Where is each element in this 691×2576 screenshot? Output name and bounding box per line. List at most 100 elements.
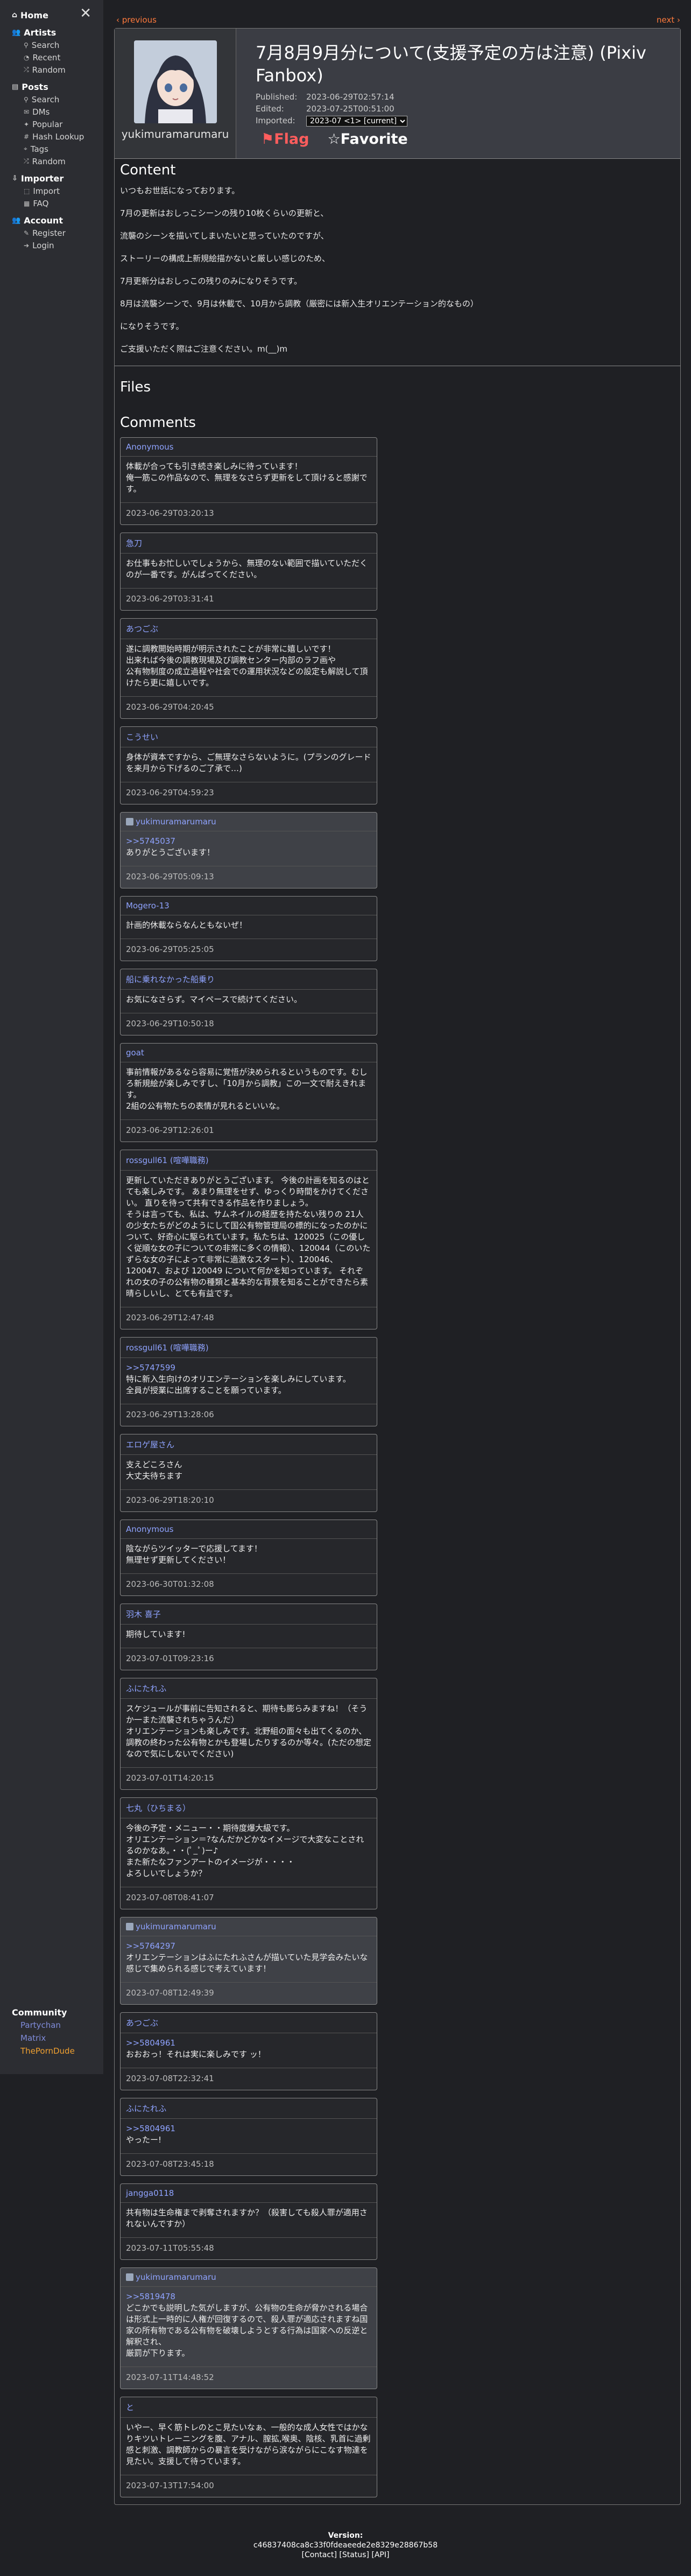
sidebar-item-posts-random[interactable]: ⤮ Random <box>0 155 103 167</box>
comment-reply-link[interactable]: >>5764297 <box>126 1941 371 1952</box>
shuffle-icon: ⤮ <box>24 66 29 73</box>
item-label: Search <box>31 40 60 50</box>
comment-author[interactable]: 羽木 喜子 <box>126 1608 161 1620</box>
comment: ふにたれふ >>5804961 やったー! 2023-07-08T23:45:18 <box>120 2098 377 2176</box>
post-content: Content いつもお世話になっております。 7月の更新はおしっこシーンの残り1… <box>115 162 680 355</box>
sidebar-item-register[interactable]: ✎ Register <box>0 227 103 239</box>
comment-author[interactable]: あつごぶ <box>126 2017 158 2028</box>
import-revision-select[interactable]: 2023-07 <1> [current] <box>306 116 407 127</box>
comment-date: 2023-07-11T05:55:48 <box>126 2243 214 2253</box>
comment-text: 陰ながらツイッターで応援してます！ 無理せず更新してください！ <box>126 1544 262 1565</box>
comment-author[interactable]: こうせい <box>126 731 158 743</box>
flag-button[interactable]: ⚑Flag <box>261 131 309 148</box>
comment: rossgull61 (喧嘩職務) 更新していただきありがとうございます。 今後の… <box>120 1150 377 1329</box>
sidebar-item-dms[interactable]: ✉ DMs <box>0 106 103 118</box>
content-body: いつもお世話になっております。 7月の更新はおしっこシーンの残り10枚くらいの更新… <box>120 185 675 355</box>
content-paragraph: 8月は流襲シーンで、9月は休載で、10月から調教（厳密には新入生オリエンテーショ… <box>120 299 478 309</box>
comment-reply-link[interactable]: >>5804961 <box>126 2123 371 2134</box>
comment-reply-link[interactable]: >>5819478 <box>126 2291 371 2302</box>
comment-author[interactable]: エロゲ屋さん <box>126 1439 174 1450</box>
comment-author-row: Anonymous <box>121 1520 377 1539</box>
comment-text: いやー、早く筋トレのとこ見たいなぁ、一般的な成人女性ではかなりキツいトレーニング… <box>126 2423 371 2466</box>
comment-body: 事前情報があるなら容易に覚悟が決められるというものです。むしろ新規絵が楽しみです… <box>121 1062 377 1120</box>
sidebar-item-artists-recent[interactable]: ◔ Recent <box>0 51 103 64</box>
comment-author[interactable]: ふにたれふ <box>126 2103 166 2114</box>
comment: といやー、早く筋トレのとこ見たいなぁ、一般的な成人女性ではかなりキツいトレーニン… <box>120 2397 377 2497</box>
comment: こうせい 身体が資本ですから、ご無理なさらないように。(プランのグレードを来月から… <box>120 726 377 804</box>
comment-body: 体載が合っても引き続き楽しみに待っています！ 俺一筋この作品なので、無理をなさら… <box>121 457 377 503</box>
content-paragraph: ストーリーの構成上新規絵描かないと厳しい感じのため、 <box>120 254 330 263</box>
comment-body: >>5747599 特に新入生向けのオリエンテーションを楽しみにしています。 全員… <box>121 1358 377 1404</box>
community-link-theporndude[interactable]: ThePornDude <box>0 2046 103 2059</box>
comment-author[interactable]: Mogero-13 <box>126 901 170 911</box>
comment-author[interactable]: あつごぶ <box>126 623 158 634</box>
footer-links[interactable]: [Contact] [Status] [API] <box>0 2550 691 2560</box>
sidebar-item-import[interactable]: ⬚ Import <box>0 185 103 197</box>
close-sidebar-icon[interactable]: ✕ <box>80 6 91 20</box>
comment-body: 支えどころさん 大丈夫待ちます <box>121 1455 377 1490</box>
comment-body: 陰ながらツイッターで応援してます！ 無理せず更新してください！ <box>121 1539 377 1574</box>
comment-author[interactable]: Anonymous <box>126 442 173 452</box>
posts-icon: ▤ <box>12 82 19 91</box>
comment: ふにたれふ スケジュールが事前に告知されると、期待も膨らみますね！（そうか一また流… <box>120 1678 377 1790</box>
comment-author[interactable]: 急刀 <box>126 537 142 549</box>
comment-reply-link[interactable]: >>5745037 <box>126 836 371 847</box>
comment-author[interactable]: goat <box>126 1048 144 1058</box>
comment-date: 2023-06-29T12:47:48 <box>126 1313 214 1322</box>
item-label: Register <box>32 228 66 238</box>
comment-author-row: 船に乗れなかった船乗り <box>121 969 377 990</box>
community-title: Community <box>12 2007 67 2018</box>
comment-author[interactable]: yukimuramarumaru <box>136 2272 216 2282</box>
sidebar-item-login[interactable]: ➔ Login <box>0 239 103 251</box>
content-heading: Content <box>120 162 176 178</box>
comment-body: 計画的休載ならなんともないぜ！ <box>121 915 377 939</box>
comment-author[interactable]: 船に乗れなかった船乗り <box>126 974 215 985</box>
comment-text: オリエンテーションはふにたれふさんが描いていた見学会みたいな感じで集められる感じ… <box>126 1952 368 1973</box>
sidebar-item-tags[interactable]: ⌖ Tags <box>0 143 103 155</box>
comment-reply-link[interactable]: >>5804961 <box>126 2038 371 2049</box>
comments-heading: Comments <box>120 415 196 431</box>
avatar[interactable] <box>133 40 217 123</box>
comment-author[interactable]: rossgull61 (喧嘩職務) <box>126 1342 209 1353</box>
previous-link[interactable]: ‹ previous <box>116 15 157 28</box>
comment-author-row: rossgull61 (喧嘩職務) <box>121 1338 377 1358</box>
item-label: Login <box>32 240 54 250</box>
comment-text: 更新していただきありがとうございます。 今後の計画を知るのはとても楽しみです。 … <box>126 1175 371 1298</box>
comment-author-row: Anonymous <box>121 438 377 457</box>
artist-block[interactable]: yukimuramarumaru <box>115 29 236 158</box>
sidebar-item-faq[interactable]: ▦ FAQ <box>0 197 103 209</box>
post-title: 7月8月9月分について(支援予定の方は注意) (Pixiv Fanbox) <box>256 43 646 86</box>
comment-author[interactable]: rossgull61 (喧嘩職務) <box>126 1154 209 1166</box>
item-label: Popular <box>32 119 63 129</box>
content-paragraph: になりそうです。 <box>120 321 184 331</box>
comment-date: 2023-06-29T13:28:06 <box>126 1410 214 1419</box>
comment-author[interactable]: ふにたれふ <box>126 1683 166 1694</box>
community-link-partychan[interactable]: Partychan <box>0 2020 103 2033</box>
comment-author[interactable]: yukimuramarumaru <box>136 1922 216 1931</box>
comment-author[interactable]: と <box>126 2402 134 2413</box>
favorite-button[interactable]: ☆Favorite <box>327 131 407 148</box>
comment-author[interactable]: 七丸（ひちまる） <box>126 1802 191 1814</box>
community-link-matrix[interactable]: Matrix <box>0 2033 103 2046</box>
item-label: Random <box>32 65 66 75</box>
sidebar-item-artists-search[interactable]: ⚲ Search <box>0 39 103 51</box>
comment: Anonymous 陰ながらツイッターで応援してます！ 無理せず更新してください！… <box>120 1520 377 1596</box>
comment-reply-link[interactable]: >>5747599 <box>126 1362 371 1374</box>
sidebar-item-popular[interactable]: ✦ Popular <box>0 118 103 130</box>
comment-author[interactable]: Anonymous <box>126 1524 173 1534</box>
sidebar-item-artists-random[interactable]: ⤮ Random <box>0 64 103 76</box>
comment: 急刀 お仕事もお忙しいでしょうから、無理のない範囲で描いていただくのが一番です。が… <box>120 533 377 611</box>
comment: yukimuramarumaru >>5764297 オリエンテーションはふにたれふ… <box>120 1917 377 2005</box>
mail-icon: ✉ <box>24 108 30 116</box>
comment-author[interactable]: jangga0118 <box>126 2188 174 2198</box>
sidebar-section-posts: ▤ Posts ⚲ Search ✉ DMs ✦ Popular # Hash Looku… <box>0 80 103 167</box>
sidebar-item-posts-search[interactable]: ⚲ Search <box>0 93 103 106</box>
comment-author[interactable]: yukimuramarumaru <box>136 817 216 827</box>
community-section: Community Partychan Matrix ThePornDude <box>0 2007 103 2059</box>
edited-date: 2023-07-25T00:51:00 <box>306 104 394 114</box>
artist-name[interactable]: yukimuramarumaru <box>115 128 236 141</box>
post-actions: ⚑Flag ☆Favorite <box>256 131 680 148</box>
next-link[interactable]: next › <box>657 15 680 28</box>
sidebar-item-hash-lookup[interactable]: # Hash Lookup <box>0 130 103 143</box>
comment-author-row: ふにたれふ <box>121 1678 377 1699</box>
